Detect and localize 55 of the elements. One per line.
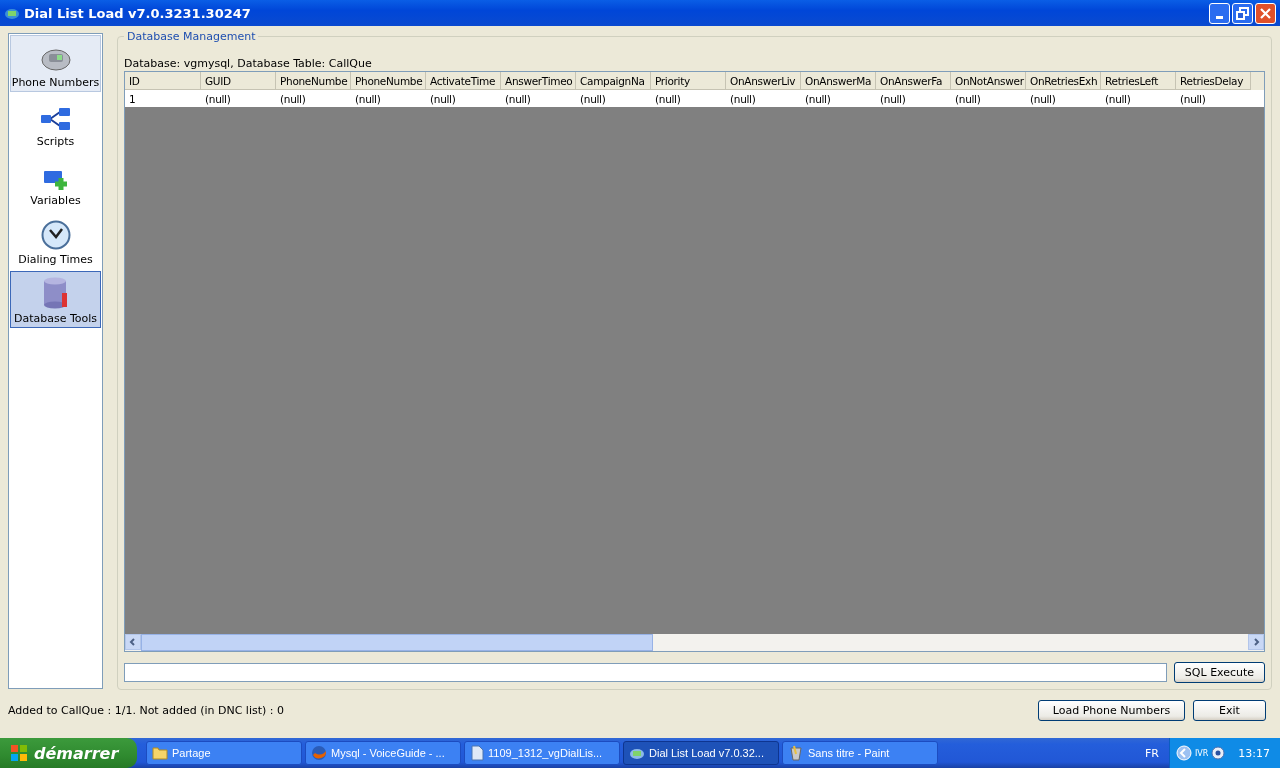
taskbar-item[interactable]: Partage: [146, 741, 302, 765]
table-cell-text: (null): [429, 91, 457, 107]
table-cell-text: (null): [204, 91, 232, 107]
table-cell-text: (null): [654, 91, 682, 107]
table-cell-text: (null): [954, 91, 982, 107]
scrollbar-thumb[interactable]: [141, 634, 653, 651]
language-indicator[interactable]: FR: [1144, 746, 1159, 760]
table-cell-text: 1: [128, 91, 137, 107]
sidebar-item[interactable]: Phone Numbers: [10, 35, 101, 92]
scroll-right-button[interactable]: [1248, 634, 1264, 650]
database-info: Database: vgmysql, Database Table: CallQue: [124, 57, 373, 70]
clock-icon: [40, 220, 71, 250]
table-cell-text: (null): [729, 91, 757, 107]
sql-execute-button[interactable]: SQL Execute: [1174, 662, 1265, 683]
taskbar-item[interactable]: Mysql - VoiceGuide - ...: [305, 741, 461, 765]
horizontal-scrollbar[interactable]: [125, 634, 1264, 651]
restore-icon: [1236, 6, 1249, 20]
sidebar-item[interactable]: Dialing Times: [10, 212, 101, 269]
table-cell-text: (null): [354, 91, 382, 107]
scroll-left-button[interactable]: [125, 634, 141, 650]
sidebar-item[interactable]: Scripts: [10, 94, 101, 151]
table-cell-text: (null): [1104, 91, 1132, 107]
taskbar-item[interactable]: Dial List Load v7.0.32...: [623, 741, 779, 765]
taskbar-item[interactable]: 1109_1312_vgDialLis...: [464, 741, 620, 765]
sidebar-item[interactable]: Variables: [10, 153, 101, 210]
minimize-button[interactable]: [1209, 2, 1230, 24]
table-cell-text: (null): [804, 91, 832, 107]
tree-diagram-icon: [39, 106, 72, 132]
exit-button[interactable]: Exit: [1193, 699, 1266, 721]
add-variable-icon: [42, 169, 69, 191]
load-phone-numbers-button[interactable]: Load Phone Numbers: [1038, 699, 1185, 721]
folder-icon: [152, 746, 168, 760]
tray-label[interactable]: IVR: [1194, 748, 1209, 758]
table-cell-text: (null): [504, 91, 532, 107]
window-title: Dial List Load v7.0.3231.30247: [24, 5, 252, 21]
document-icon: [470, 745, 484, 761]
database-icon: [41, 277, 70, 309]
sidebar-item[interactable]: Database Tools: [10, 271, 101, 328]
clock: 13:17: [1238, 746, 1270, 760]
paint-icon: [788, 745, 804, 761]
start-button[interactable]: démarrer: [0, 738, 137, 768]
table-cell-text: (null): [279, 91, 307, 107]
browser-icon: [311, 745, 327, 761]
windows-logo-icon: [10, 744, 28, 762]
restore-button[interactable]: [1232, 2, 1253, 24]
status-message: Added to CallQue : 1/1. Not added (in DNC list) : 0: [8, 703, 284, 717]
table-cell-text: (null): [1179, 91, 1207, 107]
table-cell-text: (null): [879, 91, 907, 107]
close-icon: [1259, 6, 1272, 20]
close-button[interactable]: [1255, 2, 1276, 24]
table-cell-text: (null): [1029, 91, 1057, 107]
group-title: Database Management: [124, 30, 259, 43]
table-cell-text: (null): [579, 91, 607, 107]
taskbar-item[interactable]: Sans titre - Paint: [782, 741, 938, 765]
sql-input-field[interactable]: [124, 663, 1167, 682]
